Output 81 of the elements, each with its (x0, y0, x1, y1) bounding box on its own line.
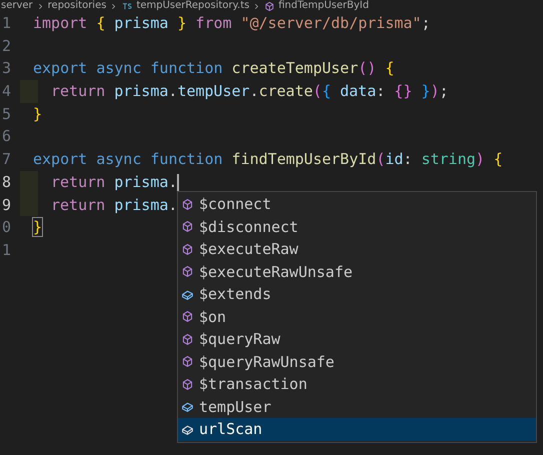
suggestion-item[interactable]: $transaction (178, 373, 536, 396)
line-number: 4 (1, 81, 12, 102)
cube-icon (181, 332, 194, 346)
code-token: findTempUserById (230, 150, 376, 168)
code-token: tempUser (177, 82, 250, 100)
code-token: function (149, 59, 223, 78)
code-token: async (95, 150, 142, 168)
code-token: from (194, 14, 232, 32)
code-token: import (33, 14, 88, 32)
line-number: 7 (1, 149, 12, 170)
code-token: . (168, 172, 178, 191)
breadcrumb-item[interactable]: tempUserRepository.ts (136, 0, 250, 12)
code-token: { (322, 82, 331, 100)
line-number: 2 (1, 36, 12, 57)
suggestion-item[interactable]: $queryRaw (178, 328, 536, 350)
code-token: prisma (113, 172, 168, 191)
code-token: ( (312, 82, 322, 100)
code-token: "@/server/db/prisma" (240, 14, 422, 32)
code-token: . (168, 196, 178, 214)
code-token: return (51, 172, 106, 191)
line-number: 1 (1, 13, 12, 34)
suggestion-item[interactable]: tempUser (178, 396, 536, 418)
code-token: ; (421, 14, 430, 32)
code-token: return (51, 196, 106, 214)
cube-icon (181, 355, 194, 368)
cube-icon (181, 220, 194, 234)
line-number: 8 (1, 172, 12, 193)
line-number: 9 (1, 194, 12, 216)
code-token: createTempUser (230, 59, 358, 78)
line-number: 6 (1, 126, 12, 148)
line-number: 5 (1, 104, 12, 125)
cube-icon (181, 265, 194, 278)
line-number: 0 (1, 217, 12, 238)
code-token: . (168, 82, 178, 100)
code-token: () (358, 59, 376, 78)
field-icon (181, 400, 194, 414)
cube-icon (181, 378, 194, 391)
code-token: ) (476, 150, 485, 168)
code-token: { (95, 14, 106, 32)
code-token: } (33, 104, 42, 123)
code-token: return (51, 82, 106, 100)
typescript-file-icon (121, 0, 134, 12)
code-token: } (33, 218, 42, 236)
suggestion-item[interactable]: $connect (178, 193, 536, 216)
suggestion-item[interactable]: $on (178, 306, 536, 328)
code-token: export (33, 59, 88, 78)
breadcrumb-item[interactable]: server (1, 0, 33, 12)
code-token: ; (439, 82, 448, 100)
code-token: . (250, 82, 259, 100)
cube-icon (181, 198, 194, 211)
code-token: string (420, 150, 476, 168)
breadcrumb-item[interactable]: findTempUserById (278, 0, 369, 12)
line-number: 1 (1, 240, 12, 261)
code-token: ) (430, 82, 440, 100)
code-token: prisma (113, 82, 168, 100)
code-token: function (149, 150, 223, 168)
suggestion-item[interactable]: $executeRaw (178, 238, 536, 260)
code-token: create (258, 82, 313, 100)
suggestion-item[interactable]: $executeRawUnsafe (178, 260, 536, 283)
code-token: } (420, 82, 430, 100)
code-token: id (385, 150, 404, 168)
code-token: prisma (113, 196, 168, 214)
code-token: data (338, 82, 376, 100)
suggestion-item[interactable]: $queryRawUnsafe (178, 350, 536, 373)
line-number: 3 (1, 58, 12, 80)
suggestion-item[interactable]: urlScan (178, 418, 536, 440)
suggestion-item[interactable]: $disconnect (178, 216, 536, 238)
code-token: } (176, 14, 187, 32)
code-token: : (403, 150, 412, 168)
cube-icon (181, 242, 194, 256)
code-token: {} (393, 82, 412, 100)
code-token: { (492, 150, 503, 168)
code-token: prisma (113, 14, 168, 32)
code-token: export (33, 150, 88, 168)
breadcrumb-item[interactable]: repositories (48, 0, 106, 12)
code-token: : (376, 82, 386, 100)
code-token: ( (376, 150, 386, 168)
cube-icon (181, 310, 194, 324)
code-token: { (384, 59, 394, 78)
suggestion-item[interactable]: $extends (178, 283, 536, 306)
code-token: async (95, 59, 142, 78)
